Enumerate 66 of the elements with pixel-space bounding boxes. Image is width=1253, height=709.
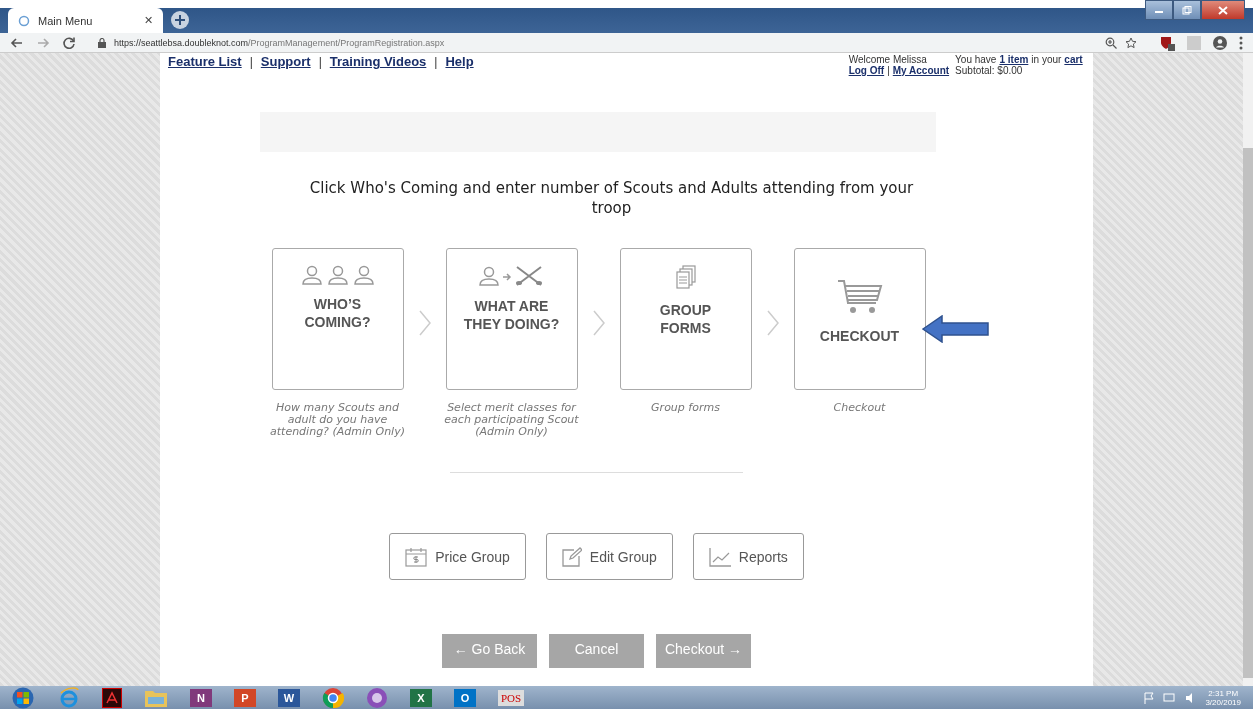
app-icon[interactable]: POS [498, 689, 525, 706]
account-icon[interactable] [1213, 35, 1227, 50]
flag-icon[interactable] [1143, 691, 1156, 704]
separator: | [318, 55, 322, 69]
menu-icon[interactable] [1239, 35, 1243, 50]
separator: | [434, 55, 438, 69]
app-icon[interactable]: P [234, 688, 256, 707]
app-icon[interactable]: W [278, 688, 300, 707]
step-card[interactable]: WHAT ARE THEY DOING? [445, 248, 578, 390]
scrollbar[interactable] [1243, 53, 1253, 686]
chevron-icon [418, 310, 431, 336]
shopping-cart-icon [836, 279, 883, 315]
header-link[interactable]: Feature List [168, 54, 242, 69]
step-description: Checkout [832, 402, 887, 414]
new-tab-icon[interactable] [171, 11, 189, 29]
header-link[interactable]: Help [445, 54, 474, 69]
step-description: Select merit classes for each participating Scout (Admin Only) [443, 402, 580, 438]
separator: | [249, 55, 253, 69]
step-card[interactable]: GROUP FORMS [619, 248, 752, 390]
log-off-link[interactable]: Log Off [848, 65, 885, 76]
edit-icon [561, 546, 582, 567]
chevron-icon [766, 310, 779, 336]
photo-app-icon[interactable] [366, 686, 388, 709]
cart-text: You have [955, 54, 997, 65]
shield-icon[interactable] [1159, 34, 1175, 51]
line-chart-icon [708, 546, 731, 567]
back-icon[interactable] [10, 35, 24, 50]
cart-count-link[interactable]: 1 item [999, 54, 1029, 65]
pointer-arrow [921, 315, 990, 343]
step-description: Group forms [650, 402, 721, 414]
person-paddles-icon [478, 265, 545, 287]
step-card[interactable]: WHO’S COMING? [271, 248, 404, 390]
chrome-icon[interactable] [322, 686, 344, 709]
header-link[interactable]: Training Videos [329, 54, 427, 69]
action-button[interactable]: Price Group [389, 533, 526, 580]
app-icon[interactable]: O [454, 688, 476, 707]
action-button[interactable]: Reports [692, 533, 804, 580]
header-link[interactable]: Support [260, 54, 311, 69]
restore-icon[interactable] [1173, 0, 1201, 20]
calendar-icon [405, 546, 428, 567]
minimize-icon[interactable] [1145, 0, 1173, 20]
my-account-link[interactable]: My Account [892, 65, 950, 76]
step-description: How many Scouts and adult do you have attending? (Admin Only) [269, 402, 406, 438]
cart-text: in your [1031, 54, 1062, 65]
browser-tab[interactable]: Main Menu ✕ [8, 8, 163, 33]
close-icon[interactable] [1201, 0, 1245, 20]
chevron-icon [592, 310, 605, 336]
step-card[interactable]: CHECKOUT [793, 248, 926, 390]
reload-icon[interactable] [62, 35, 76, 50]
zoom-icon[interactable] [1105, 36, 1117, 49]
people-icon [299, 265, 376, 285]
tab-close-button[interactable]: ✕ [144, 14, 153, 27]
subtotal-text: Subtotal: $0.00 [955, 65, 1024, 76]
lock-icon [98, 37, 106, 48]
instruction-text: Click Who's Coming and enter number of Scouts and Adults attending from your troop [308, 178, 915, 218]
cart-link[interactable]: cart [1064, 54, 1083, 65]
pdf-app-icon[interactable] [102, 687, 122, 708]
start-button[interactable] [10, 686, 36, 709]
separator: | [887, 65, 890, 76]
app-icon[interactable]: N [190, 688, 212, 707]
app-icon[interactable]: X [410, 688, 432, 707]
star-icon[interactable] [1125, 36, 1137, 49]
page-icon [18, 14, 30, 27]
documents-icon [674, 265, 697, 291]
action-button[interactable]: Edit Group [545, 533, 673, 580]
welcome-text: Welcome Melissa [848, 54, 928, 65]
